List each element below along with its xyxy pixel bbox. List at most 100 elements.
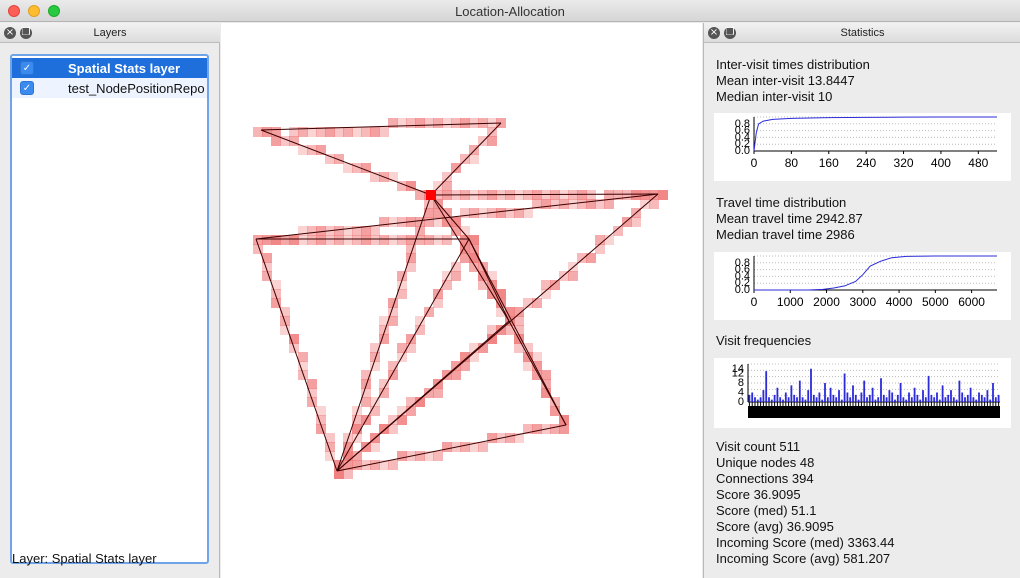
float-icon[interactable]: ❐ xyxy=(724,27,736,39)
bar xyxy=(787,397,790,402)
heat-cell xyxy=(451,163,461,173)
heat-cell xyxy=(541,199,551,209)
bar xyxy=(815,397,818,402)
heat-cell xyxy=(505,208,515,218)
bar xyxy=(885,397,888,402)
bar xyxy=(751,392,754,402)
y-tick-label: 0.8 xyxy=(735,118,750,130)
layer-list[interactable]: ✓ Spatial Stats layer ✓ test_NodePositio… xyxy=(10,54,209,564)
heat-cell xyxy=(424,118,434,128)
heat-cell xyxy=(451,118,461,128)
bar xyxy=(902,397,905,402)
bar xyxy=(916,394,919,402)
heat-cell xyxy=(631,190,641,200)
bar xyxy=(888,390,891,402)
layer-checkbox[interactable]: ✓ xyxy=(20,81,34,95)
bar xyxy=(894,399,896,402)
heat-cell xyxy=(424,217,434,227)
heat-cell xyxy=(361,379,371,389)
bar xyxy=(989,399,992,402)
heat-cell xyxy=(586,199,596,209)
close-icon[interactable]: × xyxy=(708,27,720,39)
window-title: Location-Allocation xyxy=(455,4,565,19)
heat-cell xyxy=(604,190,614,200)
travel-time-chart: 0.0 0.2 0.4 0.6 0.8 0 1000 2000 3000 4000 5000 6000 xyxy=(714,252,1011,320)
close-icon[interactable]: × xyxy=(4,27,16,39)
layer-checkbox[interactable]: ✓ xyxy=(20,61,34,75)
heat-cell xyxy=(658,190,668,200)
heat-cell xyxy=(361,127,371,137)
heat-cell xyxy=(352,460,362,470)
heat-cell xyxy=(514,307,524,317)
bar xyxy=(849,397,852,402)
bar xyxy=(930,394,933,402)
inter-visit-mean: Mean inter-visit 13.8447 xyxy=(716,73,855,88)
window-titlebar: Location-Allocation xyxy=(0,0,1020,22)
heat-cell xyxy=(622,190,632,200)
heat-cell xyxy=(487,136,497,146)
bar xyxy=(762,390,765,402)
heat-cell xyxy=(415,118,425,128)
layers-panel-title: Layers xyxy=(93,27,127,39)
bar xyxy=(754,397,756,402)
heat-cell xyxy=(397,451,407,461)
heat-cell xyxy=(631,217,641,227)
heat-cell xyxy=(532,298,542,308)
layers-panel: × ❐ Layers ✓ Spatial Stats layer ✓ test_… xyxy=(0,23,220,578)
heat-cell xyxy=(370,442,380,452)
heat-cell xyxy=(343,226,353,236)
heat-cell xyxy=(370,460,380,470)
hub-node xyxy=(426,190,436,200)
heat-cell xyxy=(307,235,317,245)
layer-item-label: Spatial Stats layer xyxy=(68,61,180,76)
bar xyxy=(958,380,961,402)
series-line xyxy=(754,255,997,291)
heat-cell xyxy=(289,235,299,245)
bar xyxy=(874,399,877,402)
inter-visit-chart: 0.0 0.2 0.4 0.6 0.8 0 80 160 240 320 400 480 xyxy=(714,113,1011,181)
travel-time-plot: 0.00.20.40.60.80 1000 2000 3000 4000 5000 6000 xyxy=(735,255,997,309)
heat-cell xyxy=(379,316,389,326)
summary-line: Connections 394 xyxy=(716,471,814,486)
bar xyxy=(796,397,798,402)
bar xyxy=(961,392,964,402)
heat-cell xyxy=(352,235,362,245)
heat-cell xyxy=(343,127,353,137)
heat-cell xyxy=(442,280,452,290)
x-tick-label: 5000 xyxy=(922,295,949,309)
layer-item-spatial-stats[interactable]: ✓ Spatial Stats layer xyxy=(12,58,207,78)
heat-cell xyxy=(298,352,308,362)
bar xyxy=(854,394,857,402)
bar xyxy=(969,387,972,402)
bar xyxy=(955,399,958,402)
visit-frequencies-heading: Visit frequencies xyxy=(716,333,812,348)
bar xyxy=(972,397,975,402)
heat-cell xyxy=(433,181,443,191)
heat-cell xyxy=(397,235,407,245)
bar xyxy=(924,397,927,402)
bar xyxy=(759,397,762,402)
heat-cell xyxy=(487,325,497,335)
network-map[interactable] xyxy=(221,23,702,578)
bar xyxy=(846,392,849,402)
heat-cell xyxy=(298,235,308,245)
bar xyxy=(922,390,924,402)
heat-layer xyxy=(253,118,668,479)
heat-cell xyxy=(370,235,380,245)
bar xyxy=(933,397,936,402)
bar xyxy=(877,397,880,402)
heat-cell xyxy=(442,118,452,128)
layer-item-node-position[interactable]: ✓ test_NodePositionRepo xyxy=(12,78,207,98)
map-canvas[interactable] xyxy=(221,23,702,578)
heat-cell xyxy=(388,460,398,470)
summary-line: Score (avg) 36.9095 xyxy=(716,519,834,534)
summary-line: Score (med) 51.1 xyxy=(716,503,817,518)
heat-cell xyxy=(334,127,344,137)
bar xyxy=(936,392,938,402)
network-edge xyxy=(430,122,502,196)
heat-cell xyxy=(451,361,461,371)
float-icon[interactable]: ❐ xyxy=(20,27,32,39)
bar xyxy=(756,399,759,402)
bar xyxy=(927,375,930,402)
heat-cell xyxy=(406,118,416,128)
